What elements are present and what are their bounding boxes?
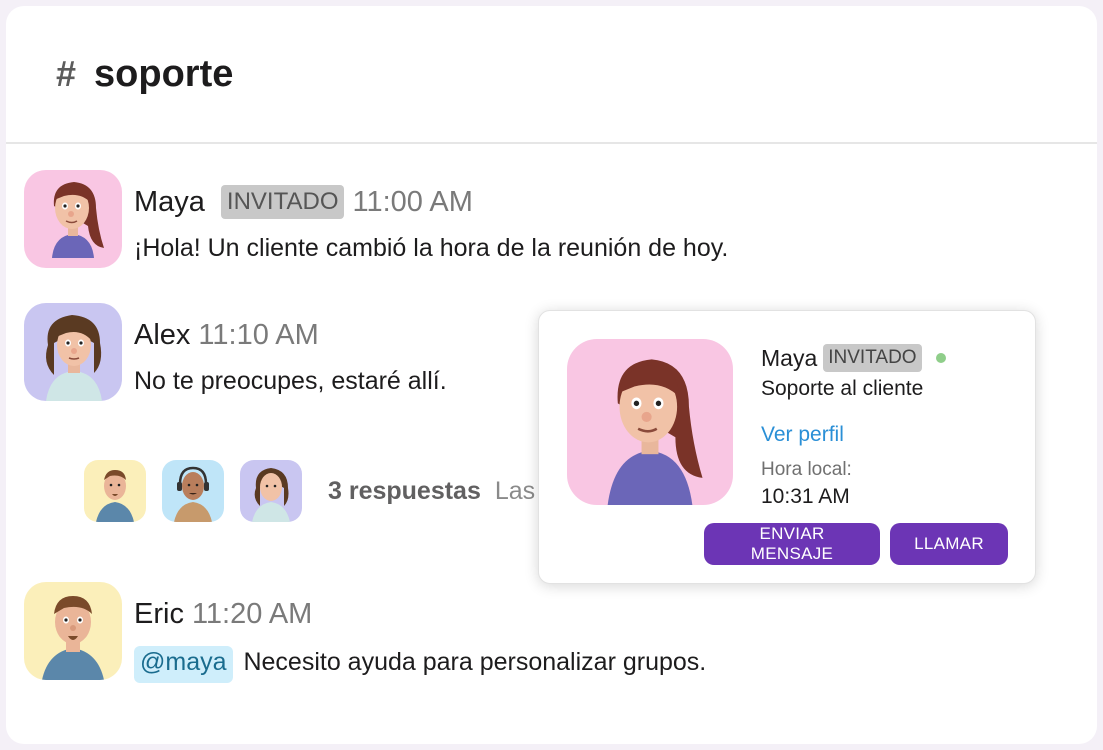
reply-avatar	[162, 460, 224, 522]
message-text: ¡Hola! Un cliente cambió la hora de la r…	[134, 234, 729, 262]
hash-icon: #	[56, 53, 77, 94]
send-message-button[interactable]: ENVIAR MENSAJE	[704, 523, 880, 565]
author-name[interactable]: Maya	[134, 186, 205, 219]
popup-name: Maya	[761, 344, 818, 371]
message-text: @maya Necesito ayuda para personalizar g…	[134, 646, 706, 683]
message-meta: Maya INVITADO 11:00 AM	[134, 182, 728, 222]
person-icon	[46, 315, 102, 401]
message-meta: Eric 11:20 AM	[134, 594, 706, 634]
message-time[interactable]: 11:10 AM	[198, 319, 318, 352]
mention-maya[interactable]: @maya	[134, 646, 233, 683]
channel-name[interactable]: soporte	[94, 53, 233, 96]
popup-avatar	[567, 339, 733, 505]
avatar-eric[interactable]	[24, 582, 122, 680]
person-icon	[174, 466, 212, 522]
replies-count[interactable]: 3 respuestas	[328, 477, 481, 506]
popup-actions: ENVIAR MENSAJE LLAMAR	[704, 523, 1018, 565]
chat-window: # soporte Maya INVITADO 11:00 AM ¡Hola! …	[6, 6, 1097, 744]
popup-role: Soporte al cliente	[761, 377, 924, 400]
online-status-icon	[935, 353, 946, 363]
person-icon	[52, 182, 104, 258]
thread-summary[interactable]: 3 respuestas Las	[84, 460, 535, 522]
person-icon	[42, 596, 104, 680]
message-body: Alex 11:10 AM No te preocupes, estaré al…	[134, 315, 447, 396]
reply-avatar	[84, 460, 146, 522]
person-icon	[96, 470, 134, 522]
popup-info: Maya INVITADO Soporte al cliente Ver per…	[761, 341, 946, 509]
profile-popup: Maya INVITADO Soporte al cliente Ver per…	[538, 310, 1036, 584]
person-icon	[252, 468, 290, 522]
call-button[interactable]: LLAMAR	[890, 523, 1008, 565]
author-name[interactable]: Eric	[134, 598, 184, 631]
popup-name-row: Maya INVITADO	[761, 341, 946, 375]
person-icon	[607, 359, 703, 505]
avatar-alex[interactable]	[24, 303, 122, 401]
last-reply-text: Las	[494, 476, 536, 505]
view-profile-link[interactable]: Ver perfil	[761, 423, 946, 447]
message-body: Eric 11:20 AM @maya Necesito ayuda para …	[134, 594, 706, 683]
avatar-maya[interactable]	[24, 170, 122, 268]
channel-header: # soporte	[6, 6, 1097, 144]
message-body: Maya INVITADO 11:00 AM ¡Hola! Un cliente…	[134, 182, 728, 263]
message-text-rest: Necesito ayuda para personalizar grupos.	[236, 648, 707, 676]
message-time[interactable]: 11:20 AM	[192, 598, 312, 631]
guest-badge: INVITADO	[220, 185, 345, 219]
local-time-value: 10:31 AM	[761, 485, 850, 508]
author-name[interactable]: Alex	[134, 319, 190, 352]
local-time-label: Hora local:	[761, 459, 852, 480]
message-time[interactable]: 11:00 AM	[352, 186, 472, 219]
message-meta: Alex 11:10 AM	[134, 315, 447, 355]
guest-badge: INVITADO	[823, 344, 922, 372]
reply-avatar	[240, 460, 302, 522]
message-text: No te preocupes, estaré allí.	[134, 367, 447, 395]
